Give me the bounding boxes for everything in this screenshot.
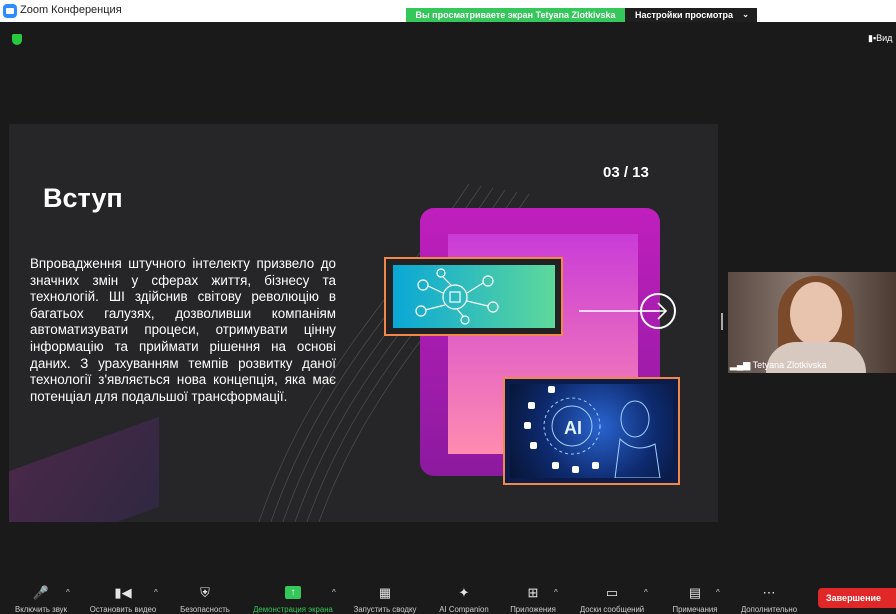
notes-label: Примечания <box>672 605 718 614</box>
more-label: Дополнительно <box>740 605 798 614</box>
audio-options-caret[interactable]: ^ <box>66 588 70 597</box>
summary-label: Запустить сводку <box>353 605 417 614</box>
signal-bars-icon: ▂▄▆ <box>730 360 751 370</box>
panel-splitter[interactable] <box>721 313 723 330</box>
stop-video-label: Остановить видео <box>89 605 157 614</box>
more-dots-icon: ⋯ <box>762 585 776 600</box>
share-options-caret[interactable]: ^ <box>332 588 336 597</box>
whiteboard-icon: ▭ <box>605 585 619 600</box>
view-label: Вид <box>876 33 893 43</box>
more-button[interactable]: ⋯ Дополнительно <box>732 578 806 614</box>
participant-name-tag: ▂▄▆ Tetyana Zlotkivska <box>730 360 827 371</box>
apps-options-caret[interactable]: ^ <box>554 588 558 597</box>
participant-face <box>790 282 842 346</box>
end-meeting-button[interactable]: Завершение <box>818 588 896 608</box>
view-options-label: Настройки просмотра <box>635 10 734 20</box>
network-illustration <box>384 257 563 336</box>
security-label: Безопасность <box>180 605 230 614</box>
view-options-button[interactable]: Настройки просмотра ⌄ <box>625 8 757 22</box>
window-title: Zoom Конференция <box>20 4 122 16</box>
slide-title: Вступ <box>43 183 123 213</box>
whiteboards-options-caret[interactable]: ^ <box>644 588 648 597</box>
apps-icon: ⊞ <box>527 585 539 600</box>
share-screen-icon: ↑ <box>285 586 301 599</box>
whiteboards-label: Доски сообщений <box>579 605 645 614</box>
notes-options-caret[interactable]: ^ <box>716 588 720 597</box>
robot-icon <box>524 386 661 478</box>
video-options-caret[interactable]: ^ <box>154 588 158 597</box>
share-banner: Вы просматриваете экран Tetyana Zlotkivs… <box>406 8 625 22</box>
unmute-label: Включить звук <box>15 605 67 614</box>
ai-companion-label: AI Companion <box>439 605 489 614</box>
view-grid-icon: ▮▪ <box>868 33 877 43</box>
sparkle-icon: ✦ <box>458 585 470 600</box>
share-screen-label: Демонстрация экрана <box>253 605 333 614</box>
participant-name: Tetyana Zlotkivska <box>752 360 827 370</box>
ai-robot-illustration: AI <box>503 377 680 485</box>
apps-label: Приложения <box>510 605 556 614</box>
participant-video[interactable]: ▂▄▆ Tetyana Zlotkivska <box>728 272 896 373</box>
video-camera-icon: ▮◀ <box>114 585 132 600</box>
share-screen-button[interactable]: ↑ Демонстрация экрана <box>242 578 344 614</box>
shared-screen: Вступ 03 / 13 Впровадження штучного інте… <box>9 124 718 522</box>
chevron-down-icon: ⌄ <box>742 10 749 19</box>
notes-icon: ▤ <box>688 585 702 600</box>
ai-companion-button[interactable]: ✦ AI Companion <box>432 578 496 614</box>
network-graph-icon <box>415 268 499 325</box>
start-summary-button[interactable]: ▦ Запустить сводку <box>340 578 430 614</box>
title-bar: Zoom Конференция Вы просматриваете экран… <box>0 0 896 22</box>
summary-doc-icon: ▦ <box>378 585 392 600</box>
meeting-toolbar: 🎤 Включить звук ^ ▮◀ Остановить видео ^ … <box>0 578 896 614</box>
slide-page-number: 03 / 13 <box>603 164 649 181</box>
security-shield-icon[interactable] <box>12 34 22 45</box>
mic-muted-icon: 🎤 <box>32 585 50 600</box>
arrow-line <box>579 310 659 312</box>
security-button[interactable]: ⛨ Безопасность <box>172 578 238 614</box>
slide-body-text: Впровадження штучного інтелекту призвело… <box>30 256 336 404</box>
whiteboards-button[interactable]: ▭ Доски сообщений <box>568 578 656 614</box>
view-button[interactable]: ▮▪Вид <box>868 33 892 44</box>
shield-icon: ⛨ <box>200 585 210 600</box>
zoom-logo-icon <box>3 4 17 18</box>
